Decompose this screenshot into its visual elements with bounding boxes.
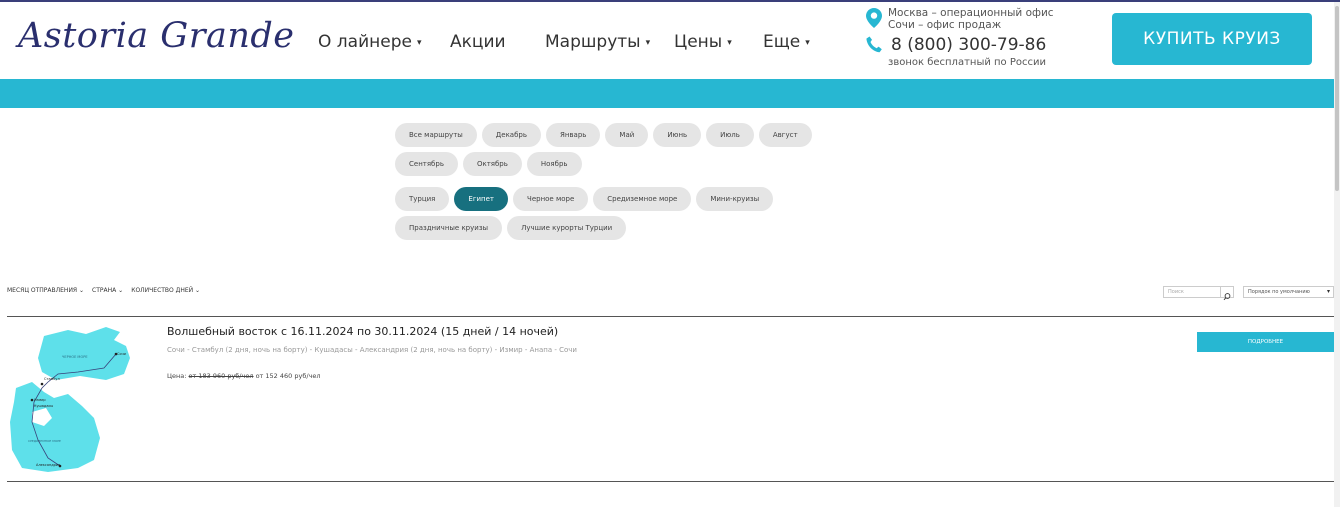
map-label-mediterranean: СРЕДИЗЕМНОЕ МОРЕ: [28, 439, 61, 443]
month-chip[interactable]: Июнь: [653, 123, 702, 147]
region-chip[interactable]: Черное море: [513, 187, 589, 211]
phone-number[interactable]: 8 (800) 300-79-86: [891, 35, 1046, 55]
region-chip[interactable]: Мини-круизы: [696, 187, 774, 211]
phone-icon: [866, 36, 882, 53]
map-label-sochi: Сочи: [117, 352, 126, 356]
chevron-down-icon: ▾: [727, 38, 732, 48]
scrollbar-thumb[interactable]: [1335, 6, 1339, 191]
office-moscow: Москва – операционный офис: [888, 7, 1054, 19]
month-chip[interactable]: Май: [605, 123, 649, 147]
sort-value: Порядок по умолчанию: [1248, 289, 1310, 295]
search-input[interactable]: Поиск: [1163, 286, 1221, 298]
filter-country-dropdown[interactable]: СТРАНА ⌄: [92, 287, 123, 294]
map-label-black-sea: ЧЕРНОЕ МОРЕ: [62, 355, 88, 359]
search-button[interactable]: [1221, 286, 1234, 301]
region-chip-active[interactable]: Египет: [454, 187, 509, 211]
filter-month-dropdown[interactable]: МЕСЯЦ ОТПРАВЛЕНИЯ ⌄: [7, 287, 84, 294]
cruise-route: Сочи - Стамбул (2 дня, ночь на борту) - …: [167, 346, 577, 354]
month-chip[interactable]: Август: [758, 123, 812, 147]
price-new: от 152 460 руб/чел: [255, 372, 321, 380]
map-label-istanbul: Стамбул: [44, 377, 60, 381]
location-pin-icon: [866, 8, 882, 28]
nav-item-prices[interactable]: Цены ▾: [674, 32, 732, 52]
phone-note: звонок бесплатный по России: [888, 57, 1046, 68]
map-label-izmir: Измир: [34, 398, 46, 402]
accent-bar: [0, 79, 1334, 108]
nav-item-routes[interactable]: Маршруты ▾: [545, 32, 650, 52]
page: Astoria Grande О лайнере ▾ Акции Маршруты…: [0, 0, 1340, 507]
price-label: Цена:: [167, 372, 187, 380]
buy-cruise-button[interactable]: КУПИТЬ КРУИЗ: [1112, 13, 1312, 65]
chevron-down-icon: ▾: [416, 38, 422, 48]
divider-top: [7, 316, 1334, 317]
site-logo[interactable]: Astoria Grande: [18, 16, 295, 56]
region-filter-chips: Турция Египет Черное море Средиземное море М…: [395, 187, 865, 240]
nav-item-more[interactable]: Еще ▾: [763, 32, 810, 52]
cruise-price: Цена: от 183 960 руб/чел от 152 460 руб/…: [167, 372, 321, 380]
nav-item-promo[interactable]: Акции: [450, 32, 506, 52]
map-label-kusadasi: Кушадасы: [34, 404, 53, 408]
region-chip[interactable]: Лучшие курорты Турции: [507, 216, 627, 240]
month-chip[interactable]: Октябрь: [462, 152, 522, 176]
nav-label: Еще: [763, 32, 801, 52]
search-icon: [1223, 293, 1231, 301]
nav-label: О лайнере: [318, 32, 412, 52]
chevron-down-icon: ▾: [645, 38, 651, 48]
filter-bar: МЕСЯЦ ОТПРАВЛЕНИЯ ⌄ СТРАНА ⌄ КОЛИЧЕСТВО …: [7, 287, 200, 294]
chevron-down-icon: ▾: [805, 38, 810, 48]
month-chip[interactable]: Ноябрь: [526, 152, 582, 176]
nav-label: Маршруты: [545, 32, 641, 52]
region-chip[interactable]: Праздничные круизы: [395, 216, 503, 240]
month-chip[interactable]: Июль: [706, 123, 754, 147]
month-chip[interactable]: Все маршруты: [395, 123, 477, 147]
region-chip[interactable]: Турция: [395, 187, 450, 211]
scrollbar[interactable]: [1334, 2, 1340, 507]
chevron-down-icon: ▾: [1326, 288, 1330, 295]
nav-label: Акции: [450, 32, 506, 52]
route-map-image: ЧЕРНОЕ МОРЕ Сочи Стамбул Кушадасы Измир …: [8, 322, 144, 473]
map-label-alexandria: Александрия: [36, 463, 60, 467]
more-details-button[interactable]: ПОДРОБНЕЕ: [1197, 332, 1334, 352]
month-filter-chips: Все маршруты Декабрь Январь Май Июнь Июль Авгу…: [395, 123, 865, 176]
office-sochi: Сочи – офис продаж: [888, 19, 1002, 31]
contacts-block: Москва – операционный офис Сочи – офис п…: [866, 6, 1096, 72]
cruise-title[interactable]: Волшебный восток с 16.11.2024 по 30.11.2…: [167, 325, 558, 338]
region-chip[interactable]: Средиземное море: [593, 187, 692, 211]
site-header: Astoria Grande О лайнере ▾ Акции Маршруты…: [0, 2, 1334, 79]
price-old: от 183 960 руб/чел: [188, 372, 254, 380]
nav-item-about[interactable]: О лайнере ▾: [318, 32, 421, 52]
month-chip[interactable]: Январь: [545, 123, 601, 147]
nav-label: Цены: [674, 32, 723, 52]
sort-select[interactable]: Порядок по умолчанию ▾: [1243, 286, 1334, 298]
divider-bottom: [7, 481, 1334, 482]
month-chip[interactable]: Сентябрь: [395, 152, 458, 176]
month-chip[interactable]: Декабрь: [481, 123, 541, 147]
filter-days-dropdown[interactable]: КОЛИЧЕСТВО ДНЕЙ ⌄: [131, 287, 200, 294]
